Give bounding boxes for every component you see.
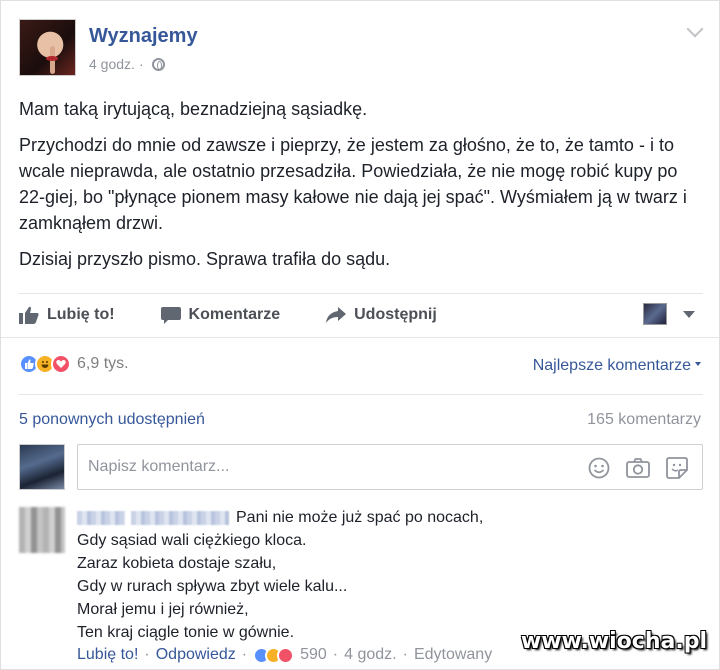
sticker-icon[interactable]	[666, 457, 688, 484]
camera-icon[interactable]	[626, 457, 650, 484]
post-card: Wyznajemy 4 godz. · Mam taką irytującą, …	[0, 0, 720, 670]
comment-edited[interactable]: Edytowany	[414, 646, 492, 664]
post-body: Mam taką irytującą, beznadziejną sąsiadk…	[19, 96, 699, 282]
comment-reaction-count[interactable]: 590	[300, 646, 327, 664]
reaction-count[interactable]: 6,9 tys.	[77, 355, 129, 373]
user-avatar[interactable]	[19, 444, 65, 490]
meta-dot: ·	[241, 646, 248, 663]
divider	[19, 293, 703, 294]
meta-separator: ·	[138, 56, 144, 72]
comment-icon	[160, 306, 181, 324]
like-label: Lubię to!	[47, 306, 115, 323]
comment-count[interactable]: 165 komentarzy	[587, 411, 701, 429]
watermark: www.wiocha.pl	[520, 629, 707, 654]
like-button[interactable]: Lubię to!	[19, 306, 115, 324]
emoji-icon[interactable]	[588, 457, 610, 484]
share-label: Udostępnij	[354, 306, 437, 323]
chevron-down-icon[interactable]	[686, 20, 704, 38]
comment-input[interactable]	[78, 445, 558, 489]
comment-box-icons	[588, 457, 688, 484]
reactions-summary[interactable]: 6,9 tys.	[19, 354, 129, 374]
meta-dot: ·	[402, 646, 408, 663]
divider	[1, 337, 720, 338]
avatar-lips	[46, 56, 58, 61]
commenter-avatar[interactable]	[19, 507, 65, 553]
comment-meta: Lubię to! · Odpowiedz · 590 · 4 godz. · …	[77, 646, 492, 664]
page-avatar[interactable]	[19, 19, 76, 76]
post-paragraph: Dzisiaj przyszło pismo. Sprawa trafiła d…	[19, 249, 391, 269]
comment-line: Gdy w rurach spływa zbyt wiele kalu...	[77, 578, 348, 595]
post-paragraph: Przychodzi do mnie od zawsze i pieprzy, …	[19, 135, 687, 233]
divider	[19, 394, 703, 395]
comment-line: Morał jemu i jej również,	[77, 601, 249, 618]
comment-button[interactable]: Komentarze	[160, 306, 281, 324]
love-reaction-icon	[277, 646, 295, 664]
comment-sort-dropdown[interactable]: Najlepsze komentarze	[533, 357, 701, 375]
globe-icon	[151, 57, 165, 71]
comment-time[interactable]: 4 godz.	[344, 646, 396, 664]
share-icon	[326, 307, 347, 323]
comment-label: Komentarze	[188, 306, 281, 323]
comment-text: Pani nie może już spać po nocach, Gdy są…	[77, 506, 697, 644]
comment-box[interactable]	[77, 444, 703, 490]
comment-like-link[interactable]: Lubię to!	[77, 646, 138, 664]
comment-line: Gdy sąsiad wali ciężkiego kloca.	[77, 532, 307, 549]
audience-avatar[interactable]	[643, 303, 667, 325]
post-meta: 4 godz. ·	[89, 56, 165, 72]
action-bar: Lubię to! Komentarze Udostępnij	[19, 301, 703, 329]
share-button[interactable]: Udostępnij	[326, 306, 437, 324]
meta-dot: ·	[144, 646, 150, 663]
thumbs-up-icon	[19, 306, 39, 324]
meta-dot: ·	[332, 646, 339, 663]
love-reaction-icon	[51, 354, 71, 374]
comment-reply-link[interactable]: Odpowiedz	[156, 646, 236, 664]
post-time[interactable]: 4 godz.	[89, 56, 135, 72]
page-name[interactable]: Wyznajemy	[89, 25, 198, 48]
shares-link[interactable]: 5 ponownych udostępnień	[19, 411, 205, 429]
comment-line: Pani nie może już spać po nocach,	[236, 509, 484, 526]
caret-down-icon[interactable]	[683, 311, 695, 318]
post-paragraph: Mam taką irytującą, beznadziejną sąsiadk…	[19, 99, 368, 119]
comment-line: Zaraz kobieta dostaje szału,	[77, 555, 277, 572]
